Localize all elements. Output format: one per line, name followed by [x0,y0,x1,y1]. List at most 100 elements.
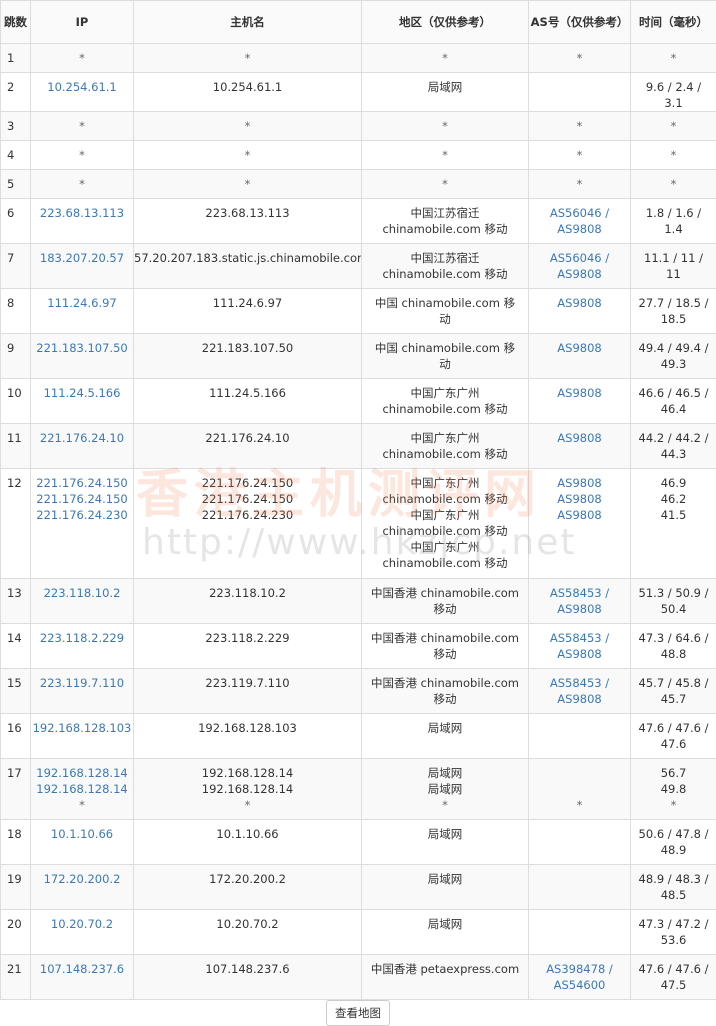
latency-text: 47.6 / 47.6 / 47.5 [635,961,712,993]
latency-text: * [635,147,712,163]
time-cell: 48.9 / 48.3 / 48.5 [631,865,716,910]
hostname-text: 223.119.7.110 [134,675,361,691]
hop-cell: 6 [1,199,31,244]
latency-text: 44.2 / 44.2 / 44.3 [635,430,712,462]
region-text: 中国广东广州 chinamobile.com 移动 [370,385,520,417]
table-row: 19172.20.200.2172.20.200.2局域网48.9 / 48.3… [1,865,716,910]
ip-link[interactable]: 221.176.24.230 [31,507,133,523]
ip-link[interactable]: 192.168.128.103 [31,720,133,736]
ip-link[interactable]: 223.118.10.2 [31,585,133,601]
latency-text: 50.6 / 47.8 / 48.9 [635,826,712,858]
ip-cell: 223.118.2.229 [31,624,134,669]
region-text: 中国广东广州 [370,539,520,555]
hop-cell: 13 [1,579,31,624]
as-number[interactable]: AS56046 / AS9808 [541,250,618,282]
as-number[interactable]: AS9808 [541,430,618,446]
hop-number: 3 [7,119,14,133]
time-cell: 47.6 / 47.6 / 47.5 [631,955,716,1000]
host-cell: * [134,141,362,170]
ip-link[interactable]: 192.168.128.14 [31,765,133,781]
ip-link[interactable]: 223.68.13.113 [31,205,133,221]
ip-link[interactable]: 192.168.128.14 [31,781,133,797]
region-cell: 局域网 [362,865,529,910]
ip-link[interactable]: 107.148.237.6 [31,961,133,977]
hop-cell: 8 [1,289,31,334]
ip-cell: 221.183.107.50 [31,334,134,379]
as-number[interactable]: AS9808 [541,385,618,401]
latency-text: 51.3 / 50.9 / 50.4 [635,585,712,617]
table-row: 17192.168.128.14192.168.128.14*192.168.1… [1,759,716,820]
region-text: 中国江苏宿迁 chinamobile.com 移动 [370,205,520,237]
hostname-text: 111.24.5.166 [134,385,361,401]
as-number[interactable]: AS9808 [541,475,618,491]
hostname-text: 57.20.207.183.static.js.chinamobile.com [134,250,361,266]
region-text: * [370,118,520,134]
ip-link[interactable]: 10.254.61.1 [31,79,133,95]
ip-cell: 111.24.5.166 [31,379,134,424]
latency-text: 41.5 [635,507,712,523]
region-cell: * [362,44,529,73]
latency-text: * [635,50,712,66]
ip-cell: 183.207.20.57 [31,244,134,289]
ip-link[interactable]: 10.20.70.2 [31,916,133,932]
hop-number: 18 [7,827,22,841]
as-number[interactable]: AS58453 / AS9808 [541,585,618,617]
ip-link[interactable]: 111.24.6.97 [31,295,133,311]
region-cell: 中国广东广州 chinamobile.com 移动 [362,379,529,424]
region-cell: 中国香港 chinamobile.com 移动 [362,579,529,624]
latency-text: 49.8 [635,781,712,797]
table-row: 1***** [1,44,716,73]
ip-link[interactable]: 223.119.7.110 [31,675,133,691]
ip-link[interactable]: 183.207.20.57 [31,250,133,266]
ip-link: * [31,118,133,134]
as-number[interactable]: AS58453 / AS9808 [541,630,618,662]
map-button-area: 查看地图 [0,1000,716,1026]
region-text: 中国香港 petaexpress.com [370,961,520,977]
ip-cell: 223.118.10.2 [31,579,134,624]
as-cell: AS398478 / AS54600 [529,955,631,1000]
hop-number: 10 [7,386,22,400]
ip-link[interactable]: 221.176.24.150 [31,491,133,507]
host-cell: 192.168.128.14192.168.128.14* [134,759,362,820]
ip-cell: 223.68.13.113 [31,199,134,244]
ip-link[interactable]: 221.183.107.50 [31,340,133,356]
as-number[interactable]: AS9808 [541,491,618,507]
as-number[interactable]: AS56046 / AS9808 [541,205,618,237]
latency-text: 9.6 / 2.4 / 3.1 [635,79,712,111]
time-cell: 44.2 / 44.2 / 44.3 [631,424,716,469]
ip-link[interactable]: 111.24.5.166 [31,385,133,401]
region-cell: 中国香港 chinamobile.com 移动 [362,669,529,714]
ip-link[interactable]: 221.176.24.150 [31,475,133,491]
hostname-text: 10.1.10.66 [134,826,361,842]
host-cell: * [134,170,362,199]
hop-cell: 21 [1,955,31,1000]
ip-link: * [31,797,133,813]
as-cell [529,910,631,955]
region-text: 局域网 [370,871,520,887]
ip-link[interactable]: 223.118.2.229 [31,630,133,646]
ip-link[interactable]: 221.176.24.10 [31,430,133,446]
as-number[interactable]: AS58453 / AS9808 [541,675,618,707]
as-number[interactable]: AS9808 [541,507,618,523]
as-number[interactable]: AS9808 [541,295,618,311]
table-row: 2010.20.70.210.20.70.2局域网47.3 / 47.2 / 5… [1,910,716,955]
as-cell: * [529,759,631,820]
time-cell: 45.7 / 45.8 / 45.7 [631,669,716,714]
as-number[interactable]: AS398478 / AS54600 [541,961,618,993]
as-number[interactable]: AS9808 [541,340,618,356]
ip-link[interactable]: 10.1.10.66 [31,826,133,842]
region-cell: 局域网 [362,910,529,955]
latency-text: 27.7 / 18.5 / 18.5 [635,295,712,327]
region-text: chinamobile.com 移动 [370,523,520,539]
latency-text: 46.2 [635,491,712,507]
view-map-button[interactable]: 查看地图 [326,1000,390,1026]
region-cell: 中国香港 petaexpress.com [362,955,529,1000]
region-text: * [370,147,520,163]
hop-number: 9 [7,341,14,355]
hop-cell: 5 [1,170,31,199]
latency-text: * [635,118,712,134]
time-cell: 11.1 / 11 / 11 [631,244,716,289]
header-host: 主机名 [134,1,362,44]
ip-link[interactable]: 172.20.200.2 [31,871,133,887]
ip-cell: 111.24.6.97 [31,289,134,334]
